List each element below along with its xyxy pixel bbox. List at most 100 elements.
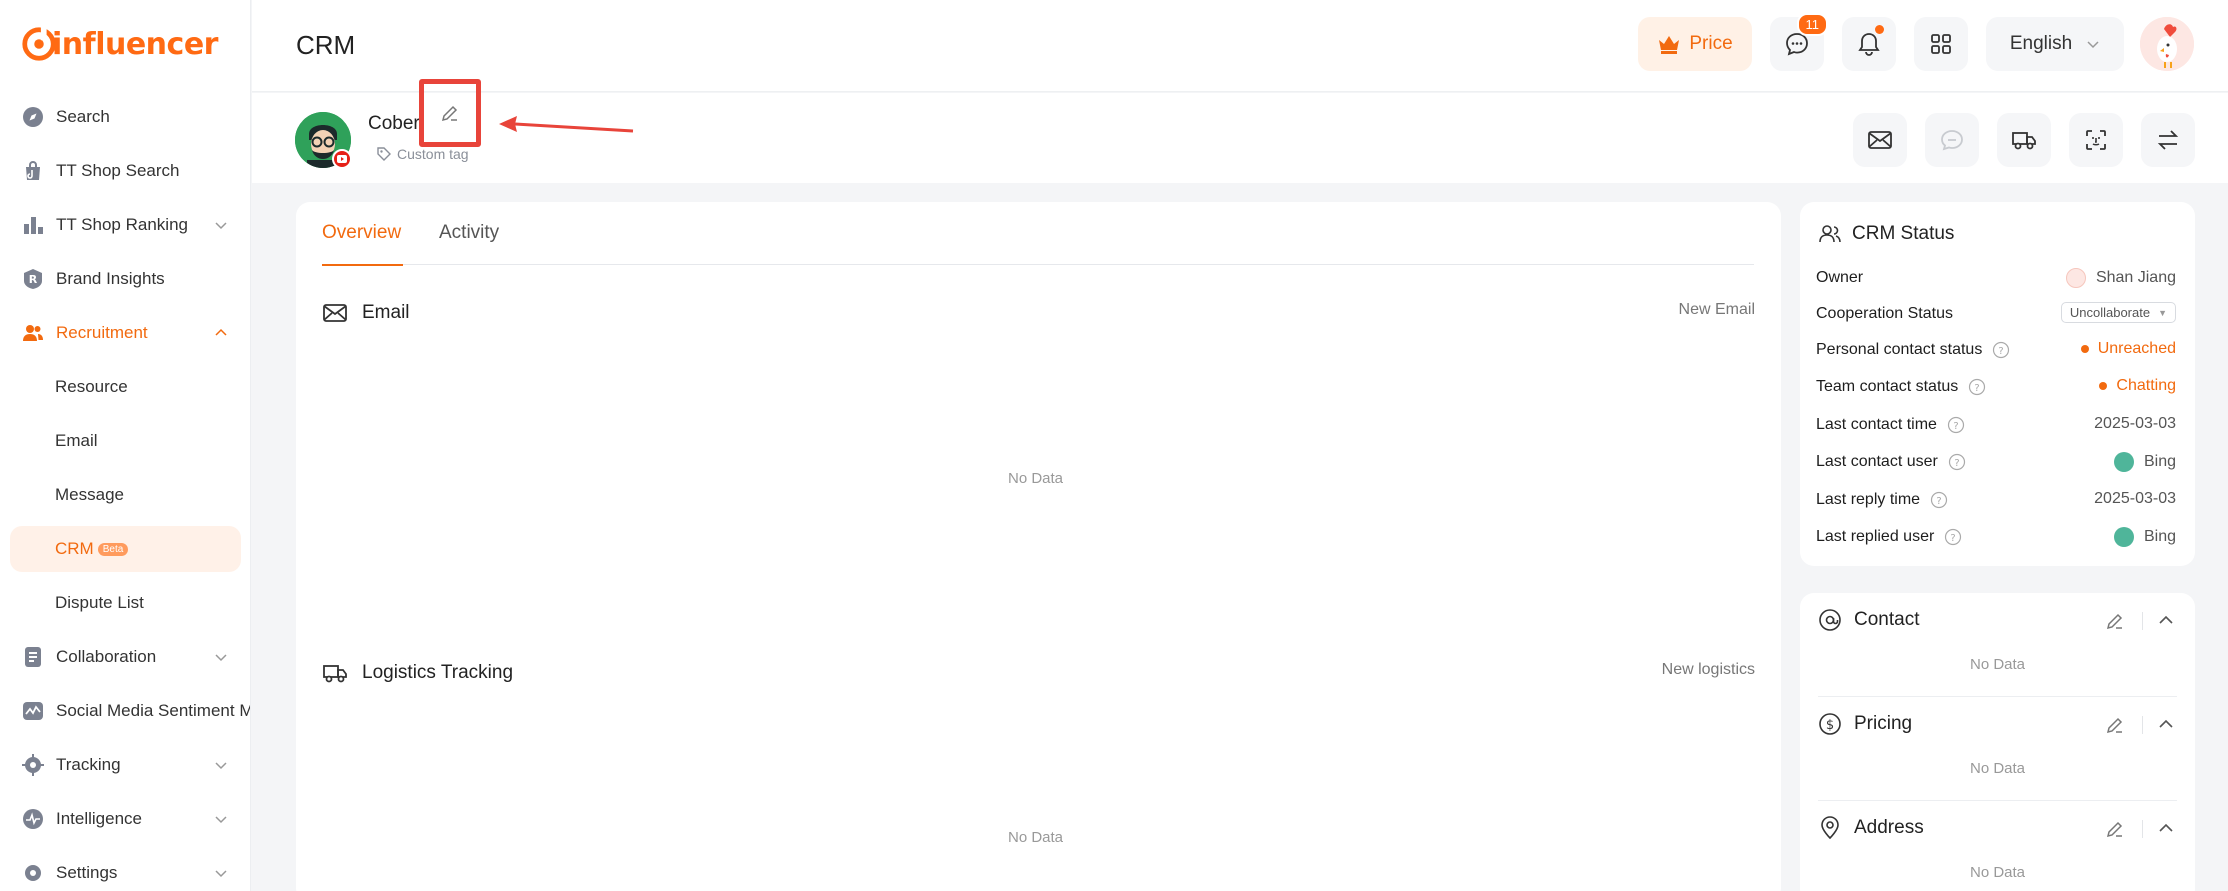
help-circle-icon[interactable]: ?	[1948, 453, 1966, 471]
help-circle-icon[interactable]: ?	[1944, 528, 1962, 546]
last-replied-user-value[interactable]: Bing	[2113, 527, 2176, 547]
edit-pencil-icon[interactable]	[2105, 611, 2125, 631]
chevron-down-icon[interactable]	[213, 811, 229, 827]
divider	[2142, 820, 2143, 838]
sidebar-subitem-crm[interactable]: CRM Beta	[10, 526, 241, 572]
transfer-button[interactable]	[2141, 113, 2195, 167]
user-avatar-small	[2113, 527, 2134, 547]
help-circle-icon[interactable]: ?	[1930, 491, 1948, 509]
sidebar-subitem-message[interactable]: Message	[0, 468, 250, 522]
sidebar-item-settings[interactable]: Settings	[0, 846, 250, 891]
logistics-button[interactable]	[1997, 113, 2051, 167]
section-title-text: Pricing	[1854, 713, 1913, 734]
new-logistics-link[interactable]: New logistics	[1662, 661, 1755, 679]
svg-text:?: ?	[1954, 458, 1959, 469]
custom-tag-label: Custom tag	[397, 146, 469, 162]
last-contact-time-value: 2025-03-03	[2094, 415, 2176, 432]
swap-arrows-icon	[2157, 130, 2179, 150]
sidebar-item-tracking[interactable]: Tracking	[0, 738, 250, 792]
sidebar-item-intelligence[interactable]: Intelligence	[0, 792, 250, 846]
sidebar-item-search[interactable]: Search	[0, 90, 250, 144]
pricing-title: $ Pricing	[1818, 712, 1912, 736]
language-select[interactable]: English	[1986, 17, 2124, 71]
sidebar-item-label: TT Shop Search	[56, 161, 180, 180]
svg-text:?: ?	[1975, 383, 1980, 394]
tab-overview[interactable]: Overview	[322, 222, 401, 244]
status-row-label: Last contact time	[1816, 416, 1937, 433]
crm-status-card: CRM Status Owner Shan Jiang Cooperation …	[1800, 202, 2195, 566]
language-label: English	[2009, 33, 2073, 54]
crm-status-title: CRM Status	[1818, 223, 1954, 245]
dollar-circle-icon: $	[1819, 713, 1841, 735]
sidebar-subitem-email[interactable]: Email	[0, 414, 250, 468]
chevron-down-icon[interactable]	[213, 757, 229, 773]
section-title-text: Contact	[1854, 609, 1920, 630]
chevron-down-icon[interactable]	[213, 865, 229, 881]
chevron-up-icon[interactable]	[213, 325, 229, 341]
envelope-icon	[1868, 131, 1892, 149]
compass-icon	[22, 106, 44, 128]
owner-value[interactable]: Shan Jiang	[2065, 268, 2176, 288]
personal-contact-value: Unreached	[2080, 340, 2176, 358]
divider	[2142, 612, 2143, 630]
edit-pencil-icon[interactable]	[2105, 715, 2125, 735]
sidebar-item-social-media-sentiment[interactable]: Social Media Sentiment M	[0, 684, 250, 738]
edit-pencil-icon[interactable]	[440, 103, 460, 123]
envelope-icon	[323, 304, 347, 322]
custom-tag[interactable]: Custom tag	[376, 146, 469, 162]
send-message-button[interactable]	[1925, 113, 1979, 167]
user-name: Bing	[2143, 453, 2176, 470]
notifications-button[interactable]	[1842, 17, 1896, 71]
pricing-empty-state: No Data	[1969, 760, 2026, 777]
caret-down-icon: ▼	[2158, 307, 2167, 318]
address-title: Address	[1818, 816, 1924, 840]
sidebar-item-tt-shop-ranking[interactable]: TT Shop Ranking	[0, 198, 250, 252]
last-contact-user-value[interactable]: Bing	[2113, 452, 2176, 472]
status-row-last-contact-user: Last contact user ? Bing	[1816, 450, 2176, 474]
chevron-up-icon[interactable]	[2157, 611, 2175, 629]
crown-icon	[1659, 36, 1680, 54]
edit-pencil-icon[interactable]	[2105, 819, 2125, 839]
sidebar-subitem-resource[interactable]: Resource	[0, 360, 250, 414]
send-email-button[interactable]	[1853, 113, 1907, 167]
new-email-link[interactable]: New Email	[1679, 301, 1755, 319]
bar-chart-icon	[22, 214, 44, 236]
help-circle-icon[interactable]: ?	[1992, 341, 2010, 359]
price-button[interactable]: Price	[1638, 17, 1752, 71]
user-name: Bing	[2143, 528, 2176, 545]
svg-text:R: R	[29, 273, 38, 286]
status-row-last-replied-user: Last replied user ? Bing	[1816, 525, 2176, 549]
influencer-name: Cober	[368, 113, 420, 134]
status-row-personal-contact: Personal contact status ? Unreached	[1816, 338, 2176, 362]
sidebar-item-brand-insights[interactable]: R Brand Insights	[0, 252, 250, 306]
logistics-section-title: Logistics Tracking	[322, 662, 513, 684]
apps-button[interactable]	[1914, 17, 1968, 71]
sidebar-item-collaboration[interactable]: Collaboration	[0, 630, 250, 684]
user-avatar-small	[2113, 452, 2134, 472]
status-row-cooperation: Cooperation Status Uncollaborate ▼	[1816, 302, 2176, 326]
status-dot	[2099, 382, 2108, 390]
status-row-label: Last reply time	[1816, 491, 1921, 508]
sidebar-item-recruitment[interactable]: Recruitment	[0, 306, 250, 360]
user-avatar[interactable]	[2140, 17, 2194, 71]
sidebar-item-tt-shop-search[interactable]: TT Shop Search	[0, 144, 250, 198]
brand-logo[interactable]: influencer	[20, 24, 218, 64]
help-circle-icon[interactable]: ?	[1947, 416, 1965, 434]
beta-badge: Beta	[97, 542, 129, 556]
chevron-down-icon[interactable]	[213, 649, 229, 665]
cooperation-status-select[interactable]: Uncollaborate ▼	[2060, 302, 2176, 323]
scan-button[interactable]	[2069, 113, 2123, 167]
chevron-up-icon[interactable]	[2157, 819, 2175, 837]
chevron-down-icon[interactable]	[213, 217, 229, 233]
pricing-section: $ Pricing No Data	[1800, 697, 2195, 801]
help-circle-icon[interactable]: ?	[1968, 378, 1986, 396]
messages-button[interactable]: 11	[1770, 13, 1828, 71]
chat-bubble-icon	[1941, 130, 1963, 151]
owner-avatar	[2065, 268, 2086, 288]
sidebar-subitem-label: Email	[55, 431, 98, 450]
tab-activity[interactable]: Activity	[439, 222, 499, 244]
chevron-up-icon[interactable]	[2157, 715, 2175, 733]
truck-icon	[323, 665, 347, 683]
sidebar-subitem-dispute-list[interactable]: Dispute List	[0, 576, 250, 630]
at-sign-icon	[1819, 609, 1841, 631]
